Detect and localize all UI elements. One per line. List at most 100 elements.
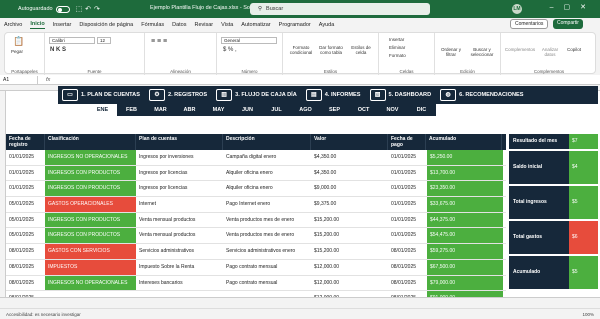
month-tab[interactable]: JUL xyxy=(262,104,291,116)
table-cell[interactable]: Pago contrato mensual xyxy=(223,276,311,291)
table-cell[interactable]: $12,000.00 xyxy=(311,276,388,291)
month-tab[interactable]: OCT xyxy=(349,104,378,116)
dashboard-nav-item[interactable]: ⚙ 2. REGISTROS xyxy=(148,89,207,101)
table-cell[interactable]: Ingresos por licencias xyxy=(136,181,223,196)
table-cell[interactable]: 08/01/2025 xyxy=(6,276,45,291)
table-cell[interactable]: 01/01/2025 xyxy=(6,150,45,165)
table-cell[interactable]: $4,350.00 xyxy=(311,150,388,165)
tab-1[interactable]: Inicio xyxy=(30,21,45,29)
align-icon[interactable]: ≡ ≡ ≡ xyxy=(151,38,167,45)
tab-7[interactable]: Vista xyxy=(221,22,233,28)
table-cell[interactable]: $23,350.00 xyxy=(427,181,503,197)
table-cell[interactable]: Ingresos por inversiones xyxy=(136,150,223,165)
table-cell[interactable]: 08/01/2025 xyxy=(6,260,45,275)
table-row[interactable]: 01/01/2025 INGRESOS CON PRODUCTOS Ingresos… xyxy=(6,181,506,198)
table-cell[interactable]: Intereses bancarios xyxy=(136,276,223,291)
tab-3[interactable]: Disposición de página xyxy=(79,22,133,28)
table-cell[interactable]: 08/01/2025 xyxy=(388,244,426,259)
tab-8[interactable]: Automatizar xyxy=(241,22,270,28)
avatar[interactable]: LM xyxy=(512,4,522,14)
table-cell[interactable]: Alquiler oficina enero xyxy=(223,181,311,196)
table-cell[interactable]: $79,000.00 xyxy=(427,275,503,291)
table-cell[interactable]: GASTOS OPERACIONALES xyxy=(45,197,136,212)
dashboard-nav-item[interactable]: ▥ 3. FLUJO DE CAJA DÍA xyxy=(216,89,297,101)
share-button[interactable]: Compartir xyxy=(553,19,583,29)
table-cell[interactable]: Venta mensual productos xyxy=(136,213,223,228)
table-row[interactable]: 08/01/2025 INGRESOS NO OPERACIONALES Inter… xyxy=(6,275,506,292)
table-cell[interactable]: 08/01/2025 xyxy=(388,276,426,291)
table-cell[interactable]: Alquiler oficina enero xyxy=(223,166,311,181)
table-cell[interactable]: 05/01/2025 xyxy=(6,213,45,228)
dashboard-nav-item[interactable]: ▭ 1. PLAN DE CUENTAS xyxy=(62,89,140,101)
table-cell[interactable]: Servicios administrativos enero xyxy=(223,244,311,259)
table-row[interactable]: 05/01/2025 GASTOS OPERACIONALES Internet Pa… xyxy=(6,197,506,213)
addins-button[interactable]: Complementos xyxy=(503,47,537,52)
find-select-button[interactable]: Buscar y seleccionar xyxy=(467,47,497,57)
format-button[interactable]: Formato xyxy=(389,53,406,58)
table-cell[interactable]: INGRESOS CON PRODUCTOS xyxy=(45,228,136,244)
comments-button[interactable]: Comentarios xyxy=(510,19,549,29)
table-cell[interactable]: $13,700.00 xyxy=(427,165,503,181)
paste-icon[interactable]: 📋 xyxy=(13,36,24,47)
conditional-format-button[interactable]: Formato condicional xyxy=(287,45,315,55)
table-cell[interactable]: 01/01/2025 xyxy=(388,166,426,181)
table-cell[interactable]: 01/01/2025 xyxy=(388,197,426,212)
copilot-button[interactable]: Copilot xyxy=(563,47,585,52)
table-cell[interactable]: Ingresos por licencias xyxy=(136,166,223,181)
fx-icon[interactable]: fx xyxy=(46,77,50,83)
tab-10[interactable]: Ayuda xyxy=(319,22,335,28)
table-cell[interactable]: INGRESOS NO OPERACIONALES xyxy=(45,150,136,165)
table-cell[interactable]: 01/01/2025 xyxy=(388,213,426,228)
delete-button[interactable]: Eliminar xyxy=(389,45,405,50)
month-tab[interactable]: JUN xyxy=(233,104,262,116)
month-tab[interactable]: MAY xyxy=(204,104,233,116)
table-cell[interactable]: $67,500.00 xyxy=(427,259,503,275)
name-box[interactable]: A1 xyxy=(0,75,38,84)
number-format-select[interactable]: General xyxy=(221,37,277,44)
format-table-button[interactable]: Dar formato como tabla xyxy=(317,45,345,55)
month-tab[interactable]: MAR xyxy=(146,104,175,116)
table-cell[interactable]: Pago contrato mensual xyxy=(223,260,311,275)
table-cell[interactable]: $9,375.00 xyxy=(311,197,388,212)
table-cell[interactable]: Venta productos mes de enero xyxy=(223,213,311,228)
table-cell[interactable]: Impuesto Sobre la Renta xyxy=(136,260,223,275)
dashboard-nav-item[interactable]: ▤ 4. INFORMES xyxy=(305,89,361,101)
tab-2[interactable]: Insertar xyxy=(53,22,72,28)
table-cell[interactable]: INGRESOS NO OPERACIONALES xyxy=(45,275,136,291)
table-cell[interactable]: 01/01/2025 xyxy=(388,228,426,243)
font-name-select[interactable]: Calibri xyxy=(49,37,95,44)
table-cell[interactable]: $44,375.00 xyxy=(427,212,503,228)
table-cell[interactable]: INGRESOS CON PRODUCTOS xyxy=(45,165,136,181)
table-cell[interactable]: $9,000.00 xyxy=(311,181,388,196)
currency-icon[interactable]: $ % , xyxy=(223,47,237,53)
font-size-select[interactable]: 12 xyxy=(97,37,111,44)
table-cell[interactable]: 08/01/2025 xyxy=(388,260,426,275)
table-cell[interactable]: $15,200.00 xyxy=(311,244,388,259)
accessibility-status[interactable]: Accesibilidad: es necesario investigar xyxy=(6,312,81,317)
table-cell[interactable]: INGRESOS CON PRODUCTOS xyxy=(45,212,136,228)
sheet-tabs[interactable] xyxy=(0,297,600,307)
analyze-data-button[interactable]: Analizar datos xyxy=(539,47,561,57)
table-cell[interactable]: 05/01/2025 xyxy=(6,197,45,212)
table-row[interactable]: 01/01/2025 INGRESOS CON PRODUCTOS Ingresos… xyxy=(6,165,506,182)
table-row[interactable]: 01/01/2025 INGRESOS NO OPERACIONALES Ingre… xyxy=(6,150,506,166)
table-cell[interactable]: $15,200.00 xyxy=(311,228,388,243)
table-cell[interactable]: $33,675.00 xyxy=(427,197,503,212)
window-controls[interactable]: –▢✕ xyxy=(550,3,596,11)
tab-9[interactable]: Programador xyxy=(279,22,311,28)
cell-styles-button[interactable]: Estilos de celda xyxy=(347,45,375,55)
table-cell[interactable]: Venta mensual productos xyxy=(136,228,223,243)
tab-6[interactable]: Revisar xyxy=(195,22,214,28)
quick-access-toolbar[interactable]: ⬚↶↷ xyxy=(76,5,103,13)
table-row[interactable]: 08/01/2025 IMPUESTOS Impuesto Sobre la Ren… xyxy=(6,259,506,276)
bold-italic-underline[interactable]: N K S xyxy=(50,47,66,53)
table-row[interactable]: 05/01/2025 INGRESOS CON PRODUCTOS Venta me… xyxy=(6,212,506,229)
table-cell[interactable]: Venta productos mes de enero xyxy=(223,228,311,243)
table-cell[interactable]: $15,200.00 xyxy=(311,213,388,228)
table-row[interactable]: 05/01/2025 INGRESOS CON PRODUCTOS Venta me… xyxy=(6,228,506,245)
zoom-level[interactable]: 100% xyxy=(582,312,594,317)
table-row[interactable]: 08/01/2025 GASTOS CON SERVICIOS Servicios … xyxy=(6,244,506,260)
tab-0[interactable]: Archivo xyxy=(4,22,22,28)
month-tab[interactable]: ABR xyxy=(175,104,204,116)
tab-4[interactable]: Fórmulas xyxy=(141,22,164,28)
